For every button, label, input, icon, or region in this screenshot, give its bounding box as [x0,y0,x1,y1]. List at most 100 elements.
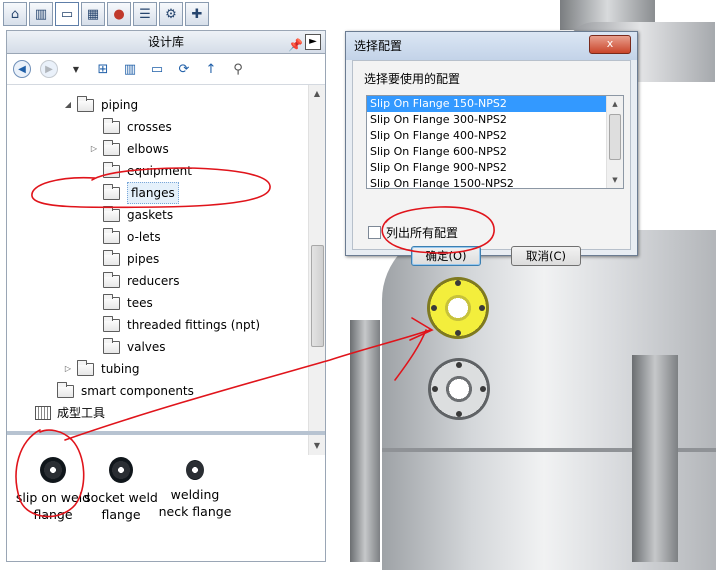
tree-item-label: threaded fittings (npt) [127,318,261,332]
tree-item-o-lets[interactable]: o-lets [103,227,161,247]
parts-icon[interactable]: ▥ [29,2,53,26]
scrollbar-thumb[interactable] [311,245,324,347]
bolt-hole [431,305,437,311]
tree-item-forming-tools[interactable]: 成型工具 [35,403,105,423]
color-icon[interactable]: ● [107,2,131,26]
tree-item-label: valves [127,340,166,354]
vessel-support-left [350,320,380,562]
task-pane-tabs: ⌂ ▥ ▭ ▦ ● ☰ ⚙ ✚ [3,2,209,28]
configuration-option[interactable]: Slip On Flange 400-NPS2 [367,128,623,144]
tree-item-label: o-lets [127,230,161,244]
tree-item-gaskets[interactable]: gaskets [103,205,173,225]
pin-icon[interactable]: 📌 [288,34,303,56]
folder-icon [103,337,120,354]
collapse-panel-icon[interactable]: ► [305,34,321,50]
up-icon[interactable]: ↑ [202,60,220,78]
item-welding-neck-flange[interactable]: welding neck flange [149,457,241,520]
expand-arrow-icon[interactable]: ▷ [89,139,99,159]
tree-item-label: crosses [127,120,172,134]
folder-icon [57,381,74,398]
tree-item-smart-components[interactable]: smart components [57,381,194,401]
tree-item-label: smart components [81,384,194,398]
scroll-up-icon[interactable]: ▲ [309,87,325,101]
collapse-arrow-icon[interactable]: ◢ [63,95,73,115]
bolt-hole [480,386,486,392]
bolt-hole [455,280,461,286]
forming-tools-icon [35,406,51,420]
tree-item-label: gaskets [127,208,174,222]
appearance-icon[interactable]: ▦ [81,2,105,26]
bolt-hole [456,362,462,368]
dialog-title-bar[interactable]: 选择配置 x [346,32,637,60]
back-icon[interactable]: ◀ [13,60,31,78]
expand-arrow-icon[interactable]: ▷ [63,359,73,379]
tree-item-equipment[interactable]: equipment [103,161,192,181]
close-button[interactable]: x [589,35,631,54]
item-label: welding [170,487,220,502]
vessel-support-right [632,355,678,562]
home-icon[interactable]: ⌂ [3,2,27,26]
folder-icon [103,227,120,244]
new-folder-icon[interactable]: ▭ [148,60,166,78]
folder-icon[interactable]: ▭ [55,2,79,26]
refresh-icon[interactable]: ⟳ [175,60,193,78]
configuration-option[interactable]: Slip On Flange 300-NPS2 [367,112,623,128]
tree-item-threaded-fittings[interactable]: threaded fittings (npt) [103,315,260,335]
tree-item-crosses[interactable]: crosses [103,117,172,137]
folder-icon [103,315,120,332]
folder-icon [103,117,120,134]
panel-title: 设计库 [147,35,184,49]
folder-icon [103,205,120,222]
flange-thumbnail-icon [186,460,204,480]
toolbox-icon[interactable]: ⚲ [229,60,247,78]
ok-button[interactable]: 确定(O) [411,246,481,266]
configuration-option[interactable]: Slip On Flange 150-NPS2 [367,96,623,112]
configuration-option[interactable]: Slip On Flange 1500-NPS2 [367,176,623,188]
tree-item-piping[interactable]: ◢ piping [63,95,138,115]
dialog-title: 选择配置 [354,39,403,53]
folder-icon [103,161,120,178]
scrollbar-thumb[interactable] [609,114,621,160]
tree-scrollbar[interactable]: ▲ ▼ [308,85,325,455]
folder-icon [103,139,120,156]
tree-item-label: equipment [127,164,192,178]
folder-icon [103,293,120,310]
tree-item-tubing[interactable]: ▷ tubing [63,359,139,379]
tree-item-label: piping [101,98,139,112]
tasks-icon[interactable]: ⚙ [159,2,183,26]
tree-item-label: 成型工具 [57,406,106,420]
tree-item-label: tubing [101,362,140,376]
tree-item-label: elbows [127,142,169,156]
add-part-icon[interactable]: ▥ [121,60,139,78]
scroll-down-icon[interactable]: ▼ [607,173,623,187]
panel-title-bar: 设计库 📌 ► [7,31,325,54]
dialog-body: 选择要使用的配置 Slip On Flange 150-NPS2 Slip On… [352,60,631,266]
flange-thumbnail-icon [109,457,133,483]
toolbox-icon[interactable]: ✚ [185,2,209,26]
dropdown-icon[interactable]: ▼ [67,60,85,78]
tree-item-tees[interactable]: tees [103,293,153,313]
list-icon[interactable]: ☰ [133,2,157,26]
bolt-hole [456,411,462,417]
tree-item-label: tees [127,296,153,310]
forward-icon[interactable]: ▶ [40,60,58,78]
design-library-panel: 设计库 📌 ► ◀ ▶ ▼ ⊞ ▥ ▭ ⟳ ↑ ⚲ ◢ piping cross… [6,30,326,562]
add-location-icon[interactable]: ⊞ [94,60,112,78]
folder-icon [77,95,94,112]
list-all-configs-checkbox[interactable]: 列出所有配置 [368,224,458,241]
tree-item-reducers[interactable]: reducers [103,271,179,291]
checkbox-box[interactable] [368,226,381,239]
panel-splitter[interactable] [7,431,325,435]
configuration-option[interactable]: Slip On Flange 600-NPS2 [367,144,623,160]
cancel-button[interactable]: 取消(C) [511,246,581,266]
configuration-listbox[interactable]: Slip On Flange 150-NPS2 Slip On Flange 3… [366,95,624,189]
tree-item-flanges[interactable]: flanges [103,182,179,204]
tree-item-pipes[interactable]: pipes [103,249,159,269]
folder-icon [77,359,94,376]
tree-item-valves[interactable]: valves [103,337,166,357]
scroll-up-icon[interactable]: ▲ [607,97,623,111]
folder-icon [103,271,120,288]
tree-item-elbows[interactable]: ▷ elbows [89,139,169,159]
configuration-option[interactable]: Slip On Flange 900-NPS2 [367,160,623,176]
listbox-scrollbar[interactable]: ▲ ▼ [606,96,623,188]
